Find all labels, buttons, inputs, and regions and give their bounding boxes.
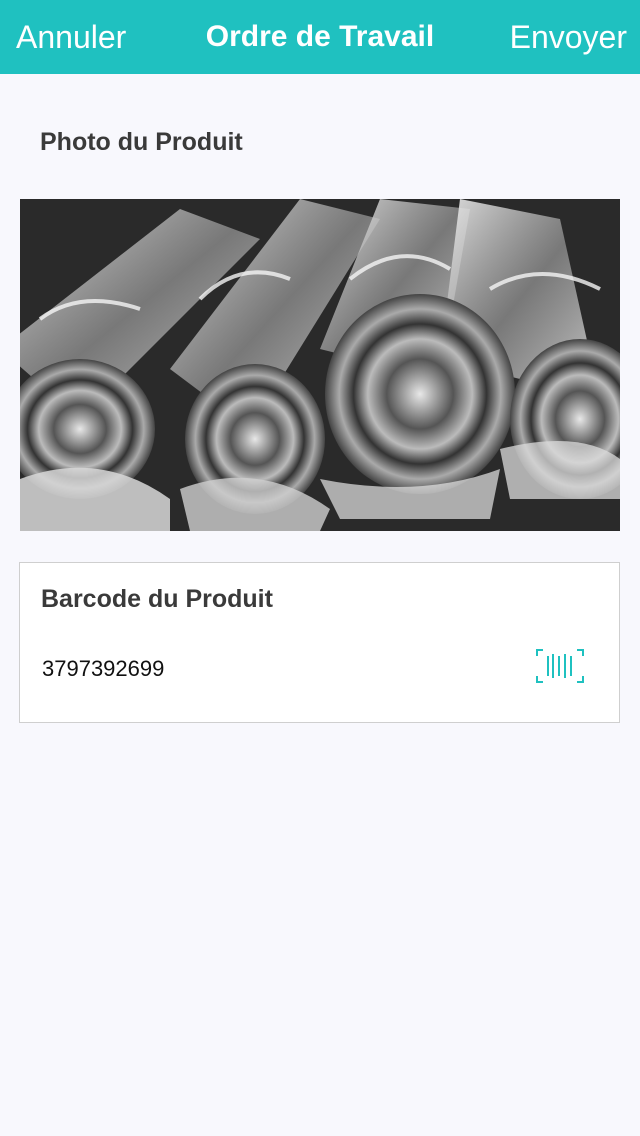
barcode-icon (536, 649, 584, 683)
navigation-bar: Annuler Ordre de Travail Envoyer (0, 0, 640, 74)
photo-section-title: Photo du Produit (40, 128, 243, 156)
barcode-card-title: Barcode du Produit (41, 585, 273, 613)
cancel-button[interactable]: Annuler (16, 0, 126, 74)
barcode-scan-icon[interactable] (535, 648, 585, 684)
barcode-card: Barcode du Produit 3797392699 (19, 562, 620, 723)
barcode-value[interactable]: 3797392699 (42, 656, 164, 682)
send-button[interactable]: Envoyer (510, 0, 627, 74)
plastic-rolls-image (20, 199, 620, 531)
product-photo[interactable] (20, 199, 620, 531)
